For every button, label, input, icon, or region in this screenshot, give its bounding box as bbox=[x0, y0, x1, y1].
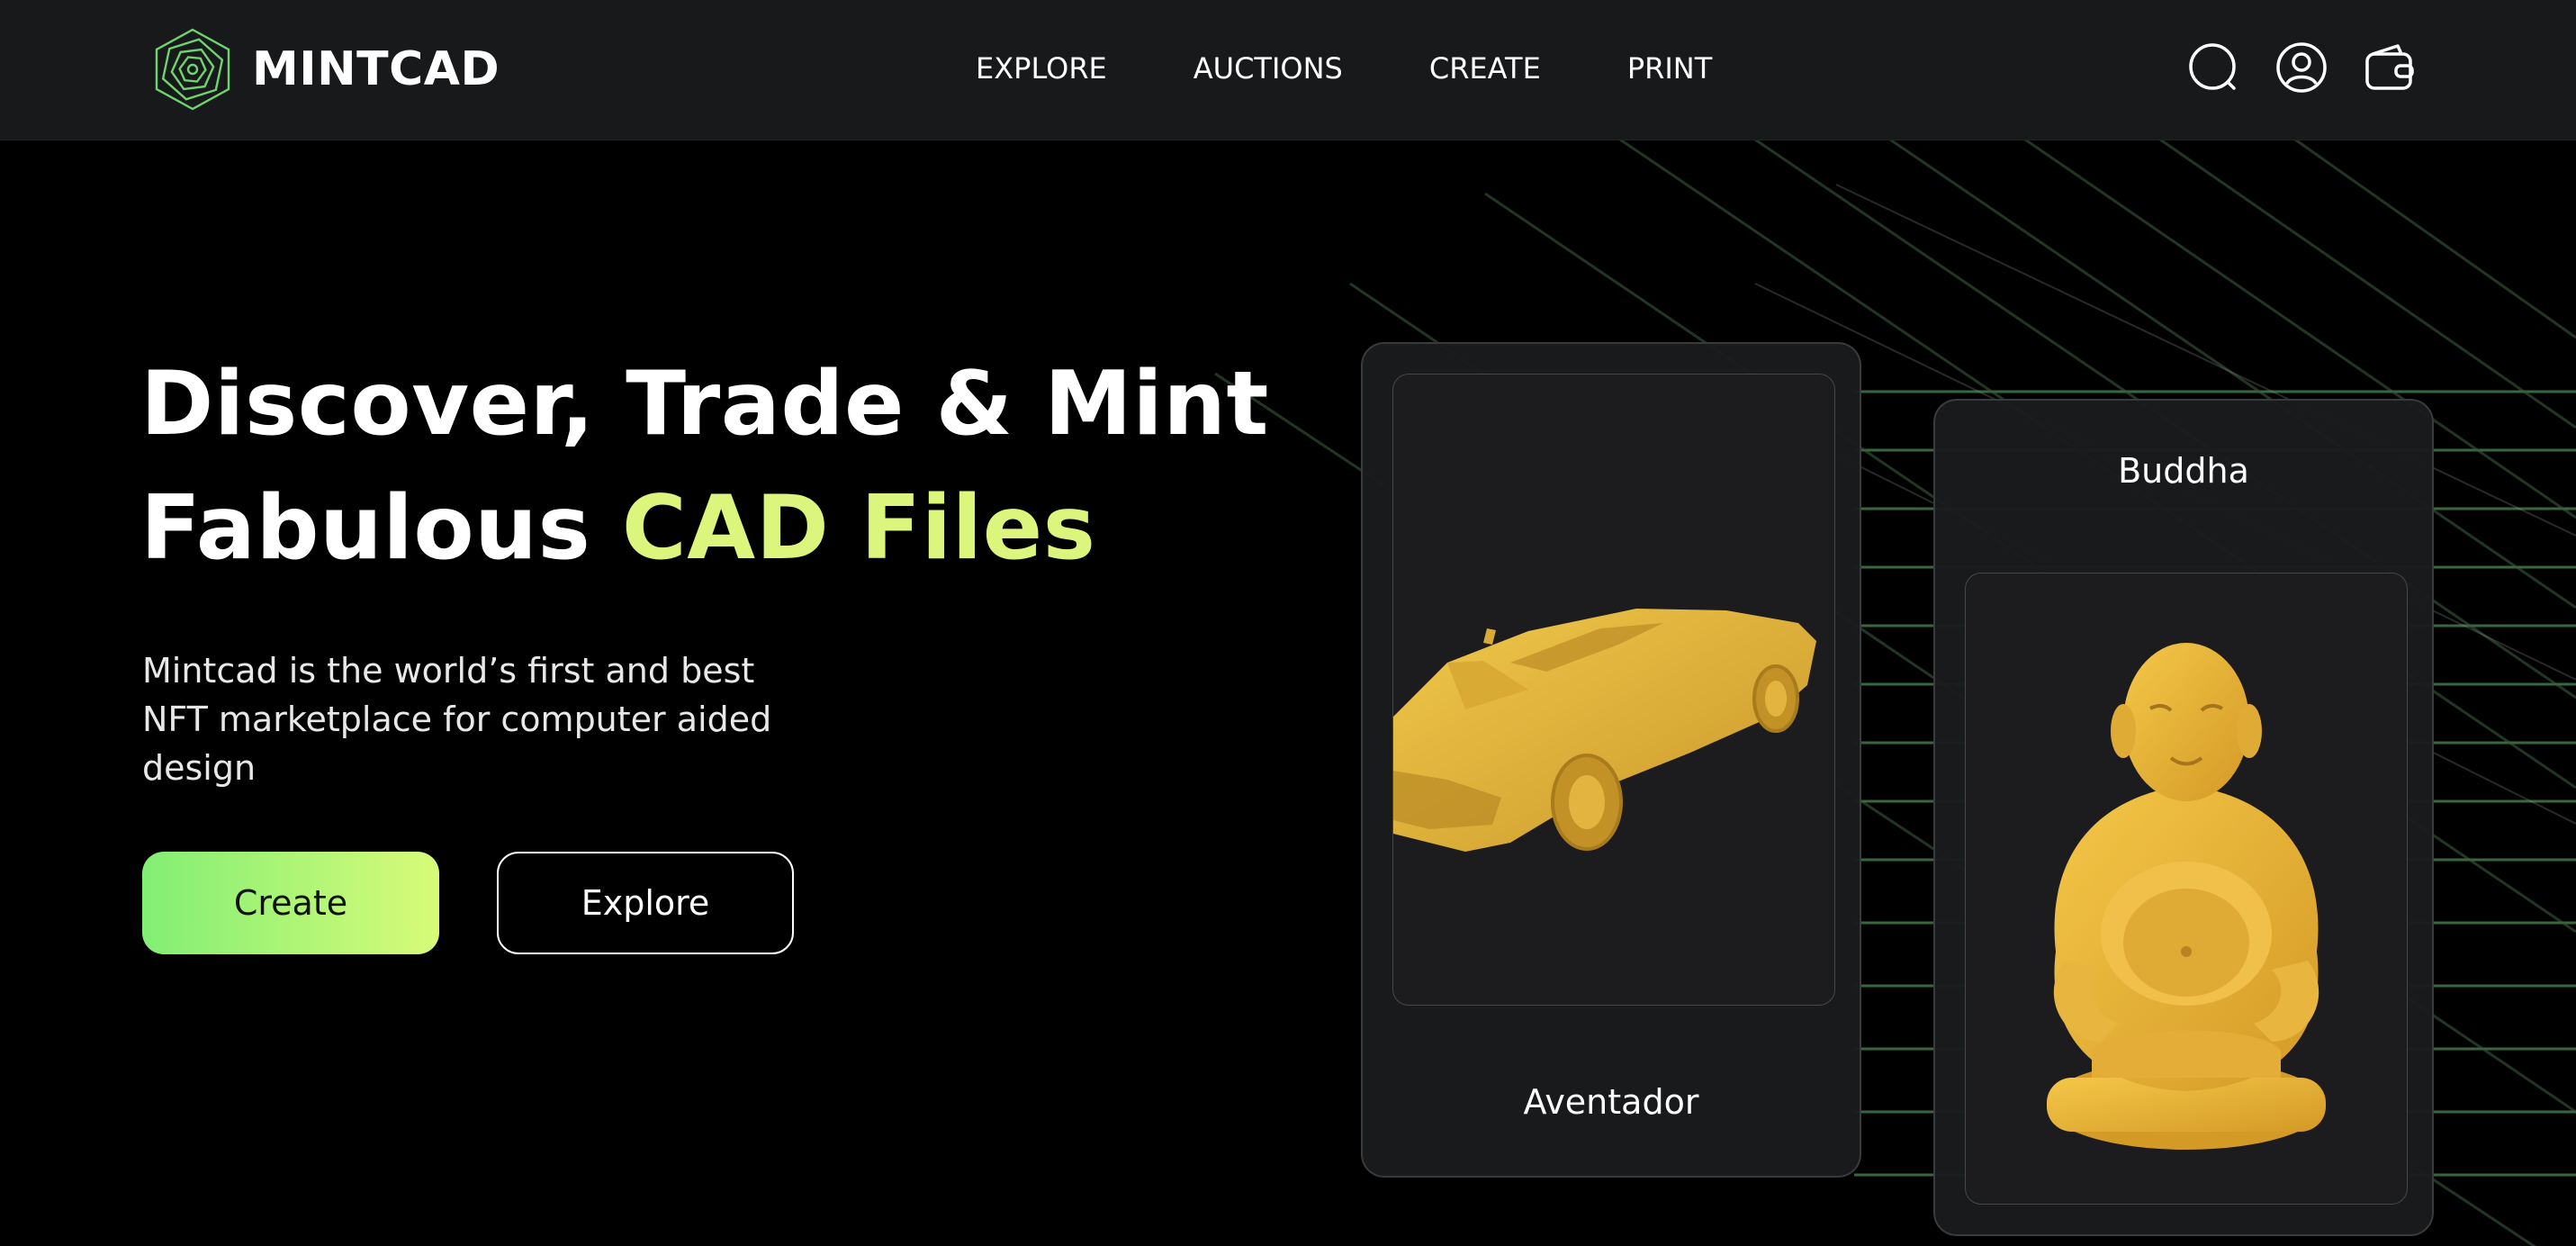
nav-icon-group bbox=[2187, 41, 2416, 95]
nav-link-print[interactable]: PRINT bbox=[1627, 47, 1712, 90]
wallet-button[interactable] bbox=[2364, 41, 2416, 95]
nav-link-auctions[interactable]: AUCTIONS bbox=[1193, 47, 1343, 90]
gold-car-model-image bbox=[1393, 609, 1816, 852]
hero-title-accent: CAD Files bbox=[621, 477, 1096, 580]
main-nav: EXPLORE AUCTIONS CREATE PRINT bbox=[976, 47, 1712, 90]
search-icon bbox=[2189, 43, 2236, 90]
hero-title: Discover, Trade & Mint Fabulous CAD File… bbox=[140, 342, 1269, 591]
card-title-aventador: Aventador bbox=[1523, 1082, 1699, 1122]
spiral-hexagon-logo-icon bbox=[155, 28, 230, 111]
gold-buddha-statue-image bbox=[2047, 643, 2326, 1150]
brand-logo-link[interactable]: MINTCAD bbox=[153, 24, 500, 114]
navbar: MINTCAD EXPLORE AUCTIONS CREATE PRINT bbox=[0, 0, 2576, 140]
account-button[interactable] bbox=[2275, 41, 2328, 95]
nft-card-aventador[interactable]: Aventador bbox=[1361, 342, 1861, 1178]
search-button[interactable] bbox=[2187, 41, 2239, 95]
create-button[interactable]: Create bbox=[142, 852, 439, 954]
wallet-icon bbox=[2365, 44, 2414, 90]
hero-title-line2-prefix: Fabulous bbox=[140, 477, 622, 580]
brand-name: MINTCAD bbox=[252, 42, 500, 96]
nft-card-buddha[interactable]: Buddha bbox=[1933, 399, 2434, 1236]
hero-title-line1: Discover, Trade & Mint bbox=[140, 353, 1269, 456]
nav-link-explore[interactable]: EXPLORE bbox=[976, 47, 1107, 90]
explore-button[interactable]: Explore bbox=[497, 852, 794, 954]
card-image-frame bbox=[1392, 374, 1835, 1006]
hero-subtitle: Mintcad is the world’s first and best NF… bbox=[142, 651, 772, 788]
card-image-frame bbox=[1965, 573, 2408, 1205]
nav-link-create[interactable]: CREATE bbox=[1429, 47, 1541, 90]
user-icon bbox=[2276, 42, 2327, 93]
card-title-buddha: Buddha bbox=[2118, 451, 2249, 491]
